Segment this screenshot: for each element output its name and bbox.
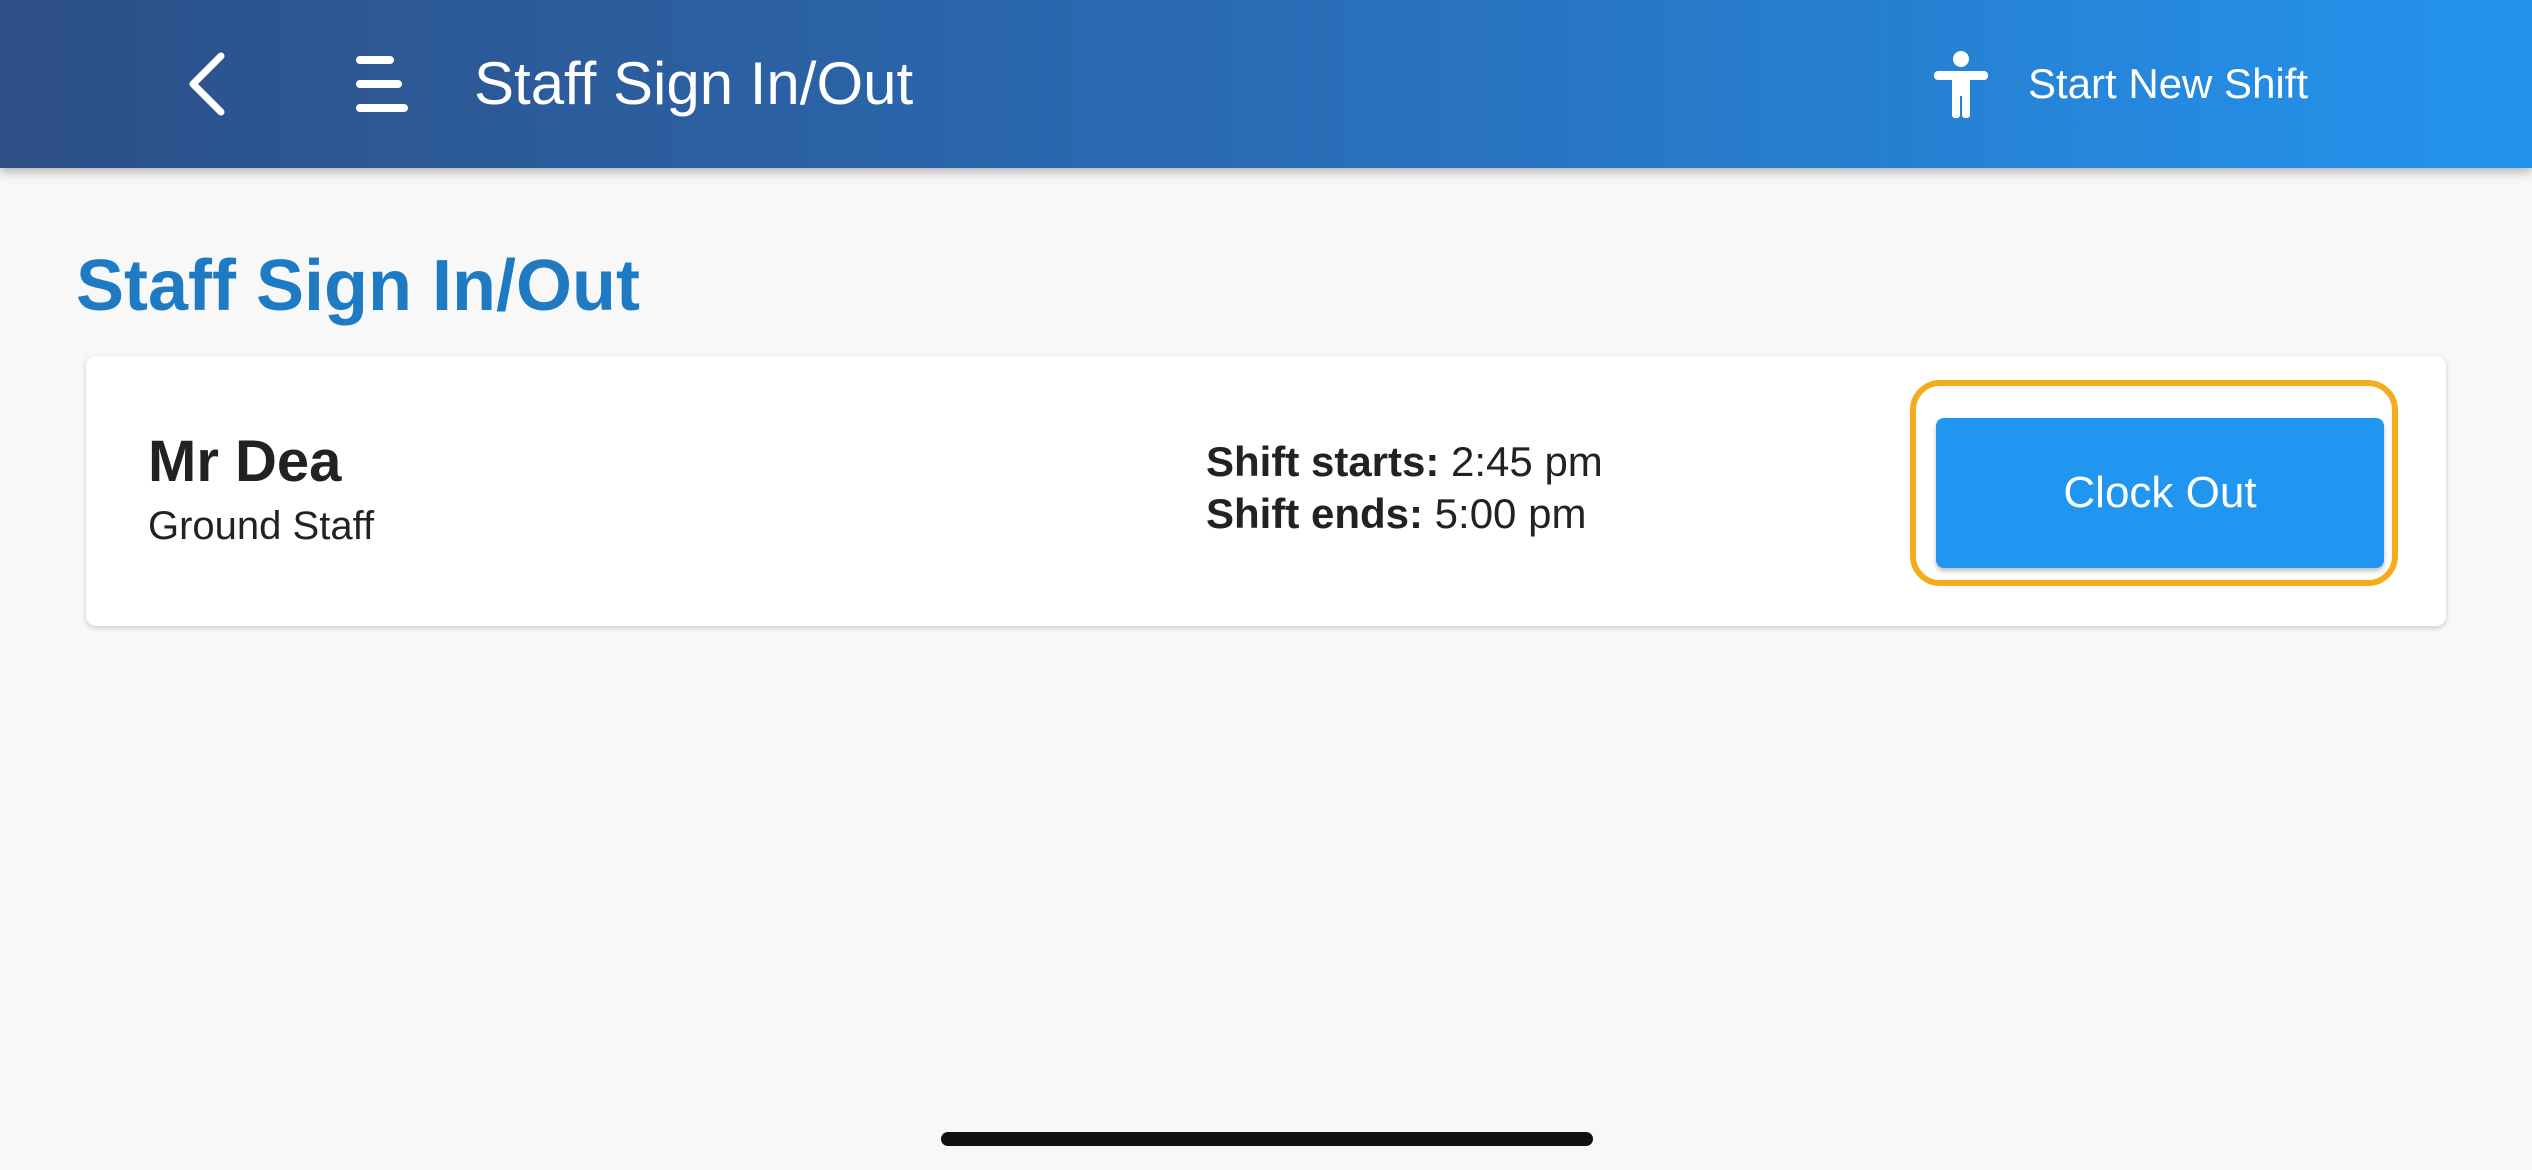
staff-role: Ground Staff [148, 504, 375, 548]
shift-starts-value: 2:45 pm [1451, 438, 1603, 485]
back-button[interactable] [172, 46, 242, 122]
app-bar: Staff Sign In/Out Start New Shift [0, 0, 2532, 168]
start-new-shift-label: Start New Shift [2028, 60, 2309, 107]
staff-card: Mr Dea Ground Staff Shift starts: 2:45 p… [86, 356, 2446, 626]
menu-button[interactable] [348, 50, 416, 118]
shift-starts-label: Shift starts: [1206, 438, 1440, 485]
home-indicator[interactable] [941, 1132, 1593, 1146]
shift-ends-value: 5:00 pm [1434, 490, 1587, 537]
menu-icon [356, 56, 408, 112]
staff-name: Mr Dea [148, 429, 342, 494]
shift-start-line: Shift starts: 2:45 pm [1206, 436, 1603, 488]
shift-times: Shift starts: 2:45 pm Shift ends: 5:00 p… [1206, 436, 1603, 540]
page-title: Staff Sign In/Out [76, 246, 640, 326]
accessibility-person-icon [1934, 51, 1988, 118]
start-new-shift-button[interactable]: Start New Shift [1930, 44, 2308, 124]
app-bar-title: Staff Sign In/Out [474, 50, 914, 117]
clock-out-button[interactable]: Clock Out [1936, 418, 2384, 568]
shift-ends-label: Shift ends: [1206, 490, 1423, 537]
chevron-left-icon [189, 52, 225, 116]
shift-end-line: Shift ends: 5:00 pm [1206, 488, 1603, 540]
